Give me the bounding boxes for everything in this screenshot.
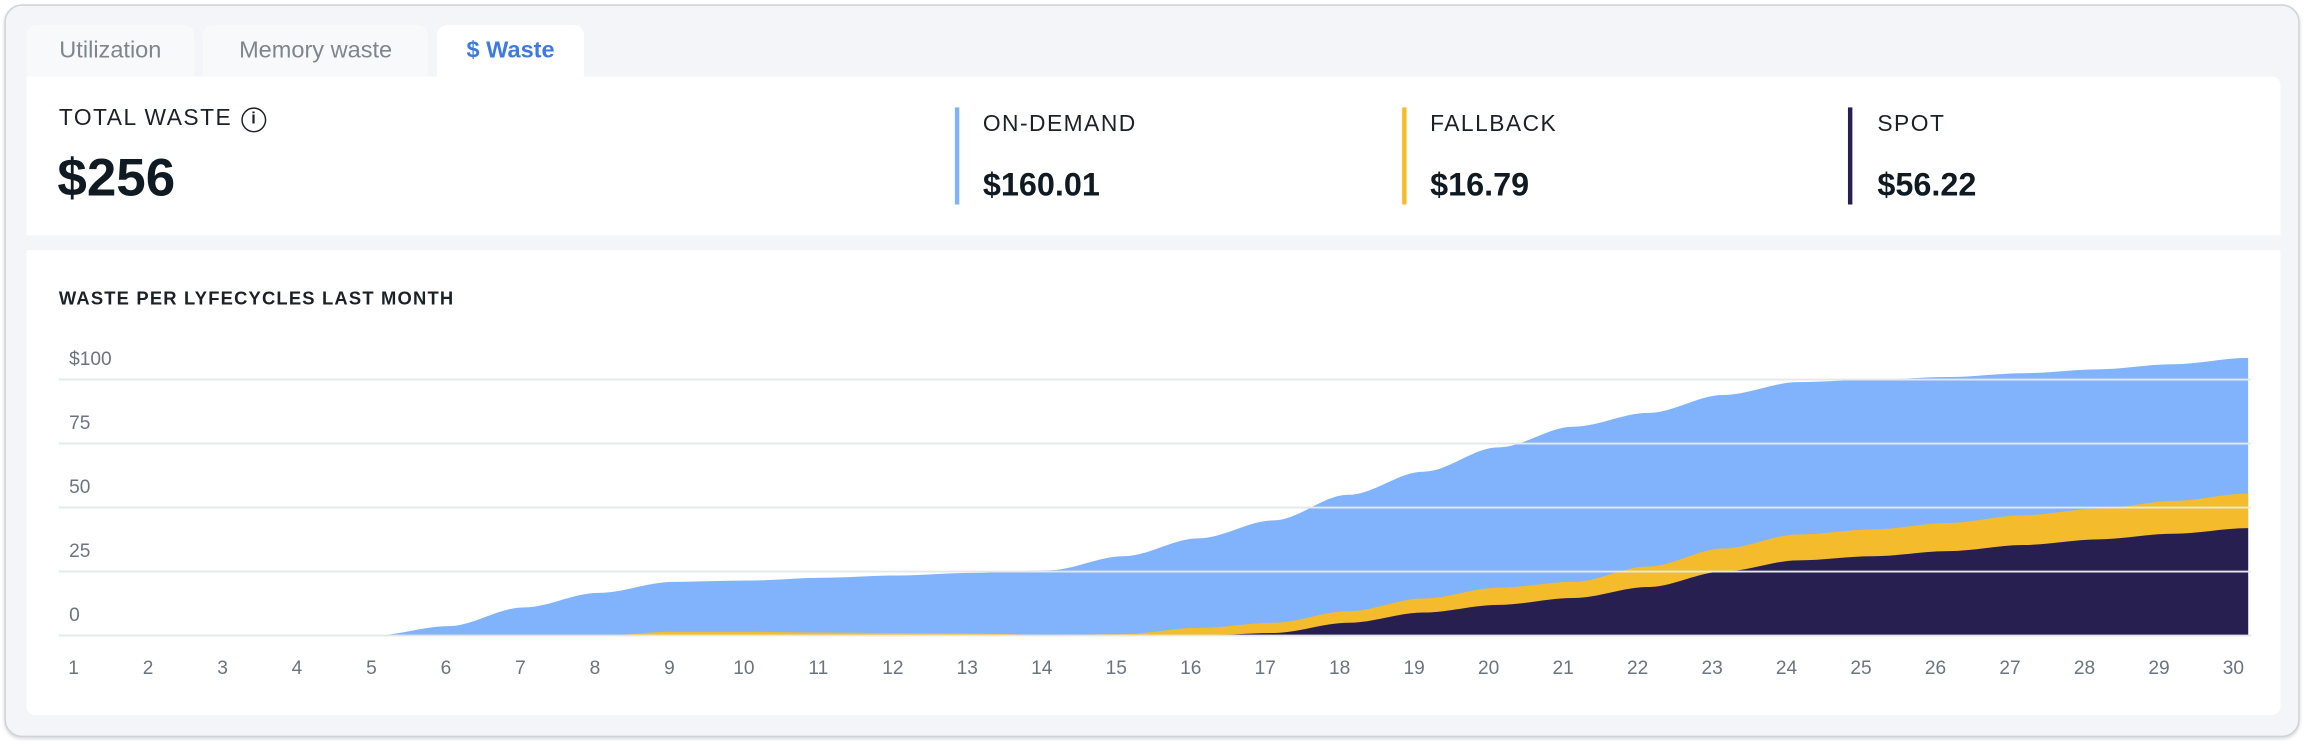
x-tick-label: 26 xyxy=(1925,658,1946,679)
x-tick-label: 2 xyxy=(143,658,154,679)
x-tick-label: 27 xyxy=(1999,658,2020,679)
waste-area-chart: $10075502501 2 3 4 5 6 7 8 9 10 11 12 13 14 15 16 17 18 19… xyxy=(58,349,2252,679)
x-tick-label: 13 xyxy=(957,658,978,679)
y-tick-label: 50 xyxy=(69,477,90,498)
x-tick-label: 22 xyxy=(1627,658,1648,679)
x-tick-label: 28 xyxy=(2074,658,2095,679)
y-tick-label: $100 xyxy=(69,349,112,370)
x-tick-label: 1 xyxy=(68,658,79,679)
x-tick-label: 9 xyxy=(664,658,675,679)
y-tick-label: 0 xyxy=(69,605,80,626)
x-tick-label: 3 xyxy=(217,658,228,679)
x-tick-label: 11 xyxy=(808,658,828,679)
x-tick-label: 4 xyxy=(292,658,303,679)
x-tick-label: 23 xyxy=(1701,658,1722,679)
x-tick-label: 24 xyxy=(1776,658,1798,679)
y-tick-label: 75 xyxy=(69,413,90,434)
x-tick-label: 7 xyxy=(515,658,526,679)
x-tick-label: 14 xyxy=(1031,658,1053,679)
x-tick-label: 10 xyxy=(733,658,754,679)
x-tick-label: 19 xyxy=(1404,658,1425,679)
x-tick-label: 29 xyxy=(2148,658,2169,679)
x-tick-label: 17 xyxy=(1255,658,1276,679)
x-tick-label: 20 xyxy=(1478,658,1499,679)
x-tick-label: 8 xyxy=(590,658,601,679)
x-tick-label: 6 xyxy=(441,658,452,679)
x-tick-label: 30 xyxy=(2223,658,2244,679)
x-tick-label: 21 xyxy=(1552,658,1573,679)
x-tick-label: 15 xyxy=(1106,658,1127,679)
x-tick-label: 16 xyxy=(1180,658,1201,679)
x-tick-label: 12 xyxy=(882,658,903,679)
waste-widget: Utilization Memory waste $ Waste TOTAL W… xyxy=(0,0,2307,744)
x-tick-label: 25 xyxy=(1850,658,1871,679)
x-tick-label: 5 xyxy=(366,658,377,679)
x-tick-label: 18 xyxy=(1329,658,1350,679)
y-tick-label: 25 xyxy=(69,541,90,562)
